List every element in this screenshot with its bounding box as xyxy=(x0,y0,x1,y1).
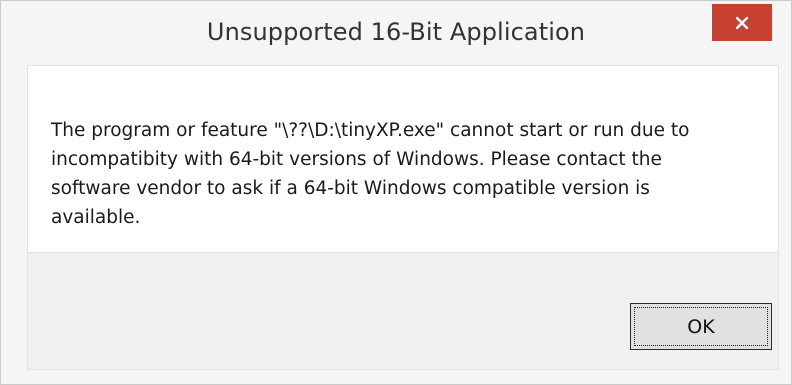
close-icon xyxy=(735,16,749,30)
ok-button-label: OK xyxy=(687,315,715,338)
error-message: The program or feature "\??\D:\tinyXP.ex… xyxy=(51,120,690,228)
title-bar[interactable]: Unsupported 16-Bit Application xyxy=(1,1,791,65)
dialog-window: Unsupported 16-Bit Application The progr… xyxy=(0,0,792,385)
dialog-content: The program or feature "\??\D:\tinyXP.ex… xyxy=(27,65,779,370)
close-button[interactable] xyxy=(712,4,772,41)
dialog-title: Unsupported 16-Bit Application xyxy=(206,18,586,46)
ok-button[interactable]: OK xyxy=(630,303,772,350)
message-area: The program or feature "\??\D:\tinyXP.ex… xyxy=(28,66,778,266)
button-bar: OK xyxy=(28,252,778,369)
